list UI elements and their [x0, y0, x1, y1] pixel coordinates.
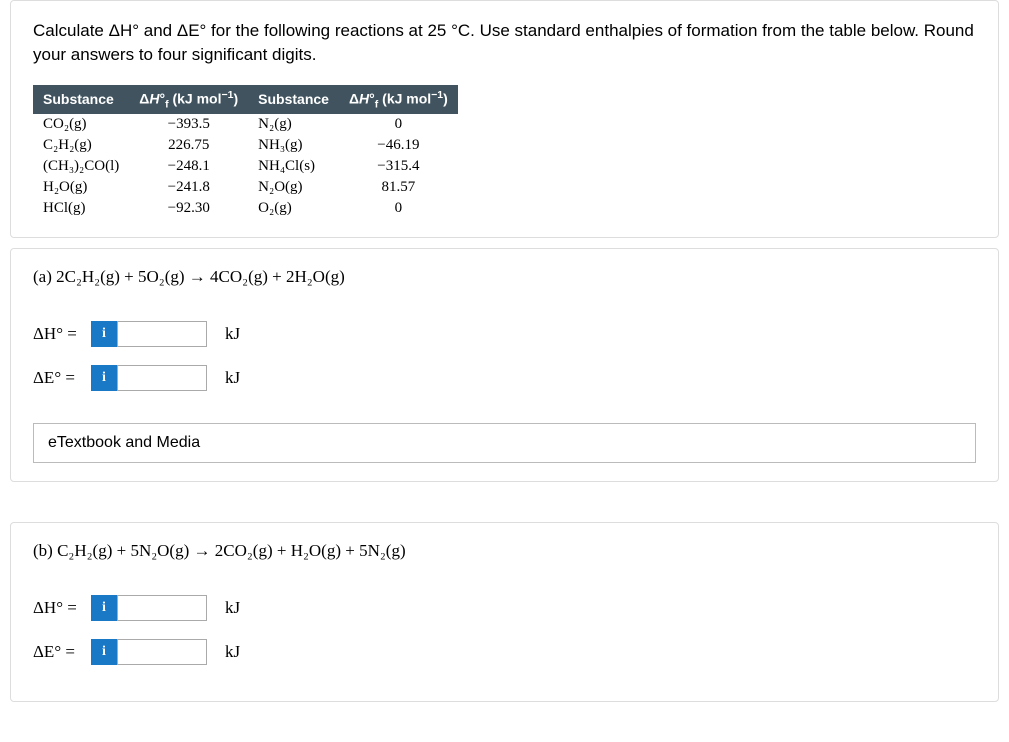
delta-e-input-a[interactable] [117, 365, 207, 391]
instruction-table-section: Calculate ΔH° and ΔE° for the following … [10, 0, 999, 238]
unit-dh-b: kJ [225, 598, 240, 618]
delta-h-label-a: ΔH° = [33, 324, 87, 344]
delta-h-label-b: ΔH° = [33, 598, 87, 618]
delta-h-row-a: ΔH° = i kJ [33, 321, 976, 347]
header-substance-1: Substance [33, 85, 129, 114]
header-dhf-1: ΔH°f (kJ mol−1) [129, 85, 248, 114]
enthalpy-table: Substance ΔH°f (kJ mol−1) Substance ΔH°f… [33, 85, 458, 219]
table-row: HCl(g)−92.30 O₂(g)0 [33, 198, 458, 219]
part-a-section: (a) 2C₂H₂(g) + 5O₂(g) → 4CO₂(g) + 2H₂O(g… [10, 248, 999, 482]
header-substance-2: Substance [248, 85, 339, 114]
unit-de-b: kJ [225, 642, 240, 662]
equation-a: (a) 2C₂H₂(g) + 5O₂(g) → 4CO₂(g) + 2H₂O(g… [33, 267, 976, 287]
equation-b: (b) C₂H₂(g) + 5N₂O(g) → 2CO₂(g) + H₂O(g)… [33, 541, 976, 561]
delta-e-label-a: ΔE° = [33, 368, 87, 388]
unit-de-a: kJ [225, 368, 240, 388]
info-button-de-b[interactable]: i [91, 639, 117, 665]
info-button-dh-b[interactable]: i [91, 595, 117, 621]
unit-dh-a: kJ [225, 324, 240, 344]
table-row: H₂O(g)−241.8 N₂O(g)81.57 [33, 177, 458, 198]
info-button-dh-a[interactable]: i [91, 321, 117, 347]
part-b-section: (b) C₂H₂(g) + 5N₂O(g) → 2CO₂(g) + H₂O(g)… [10, 522, 999, 702]
delta-e-row-a: ΔE° = i kJ [33, 365, 976, 391]
info-button-de-a[interactable]: i [91, 365, 117, 391]
header-dhf-2: ΔH°f (kJ mol−1) [339, 85, 458, 114]
delta-e-label-b: ΔE° = [33, 642, 87, 662]
instruction-text: Calculate ΔH° and ΔE° for the following … [33, 19, 976, 67]
etextbook-button[interactable]: eTextbook and Media [33, 423, 976, 463]
table-row: (CH₃)₂CO(l)−248.1 NH₄Cl(s)−315.4 [33, 156, 458, 177]
table-row: C₂H₂(g)226.75 NH₃(g)−46.19 [33, 135, 458, 156]
delta-h-input-a[interactable] [117, 321, 207, 347]
delta-h-row-b: ΔH° = i kJ [33, 595, 976, 621]
delta-h-input-b[interactable] [117, 595, 207, 621]
delta-e-row-b: ΔE° = i kJ [33, 639, 976, 665]
delta-e-input-b[interactable] [117, 639, 207, 665]
table-row: CO₂(g)−393.5 N₂(g)0 [33, 114, 458, 135]
